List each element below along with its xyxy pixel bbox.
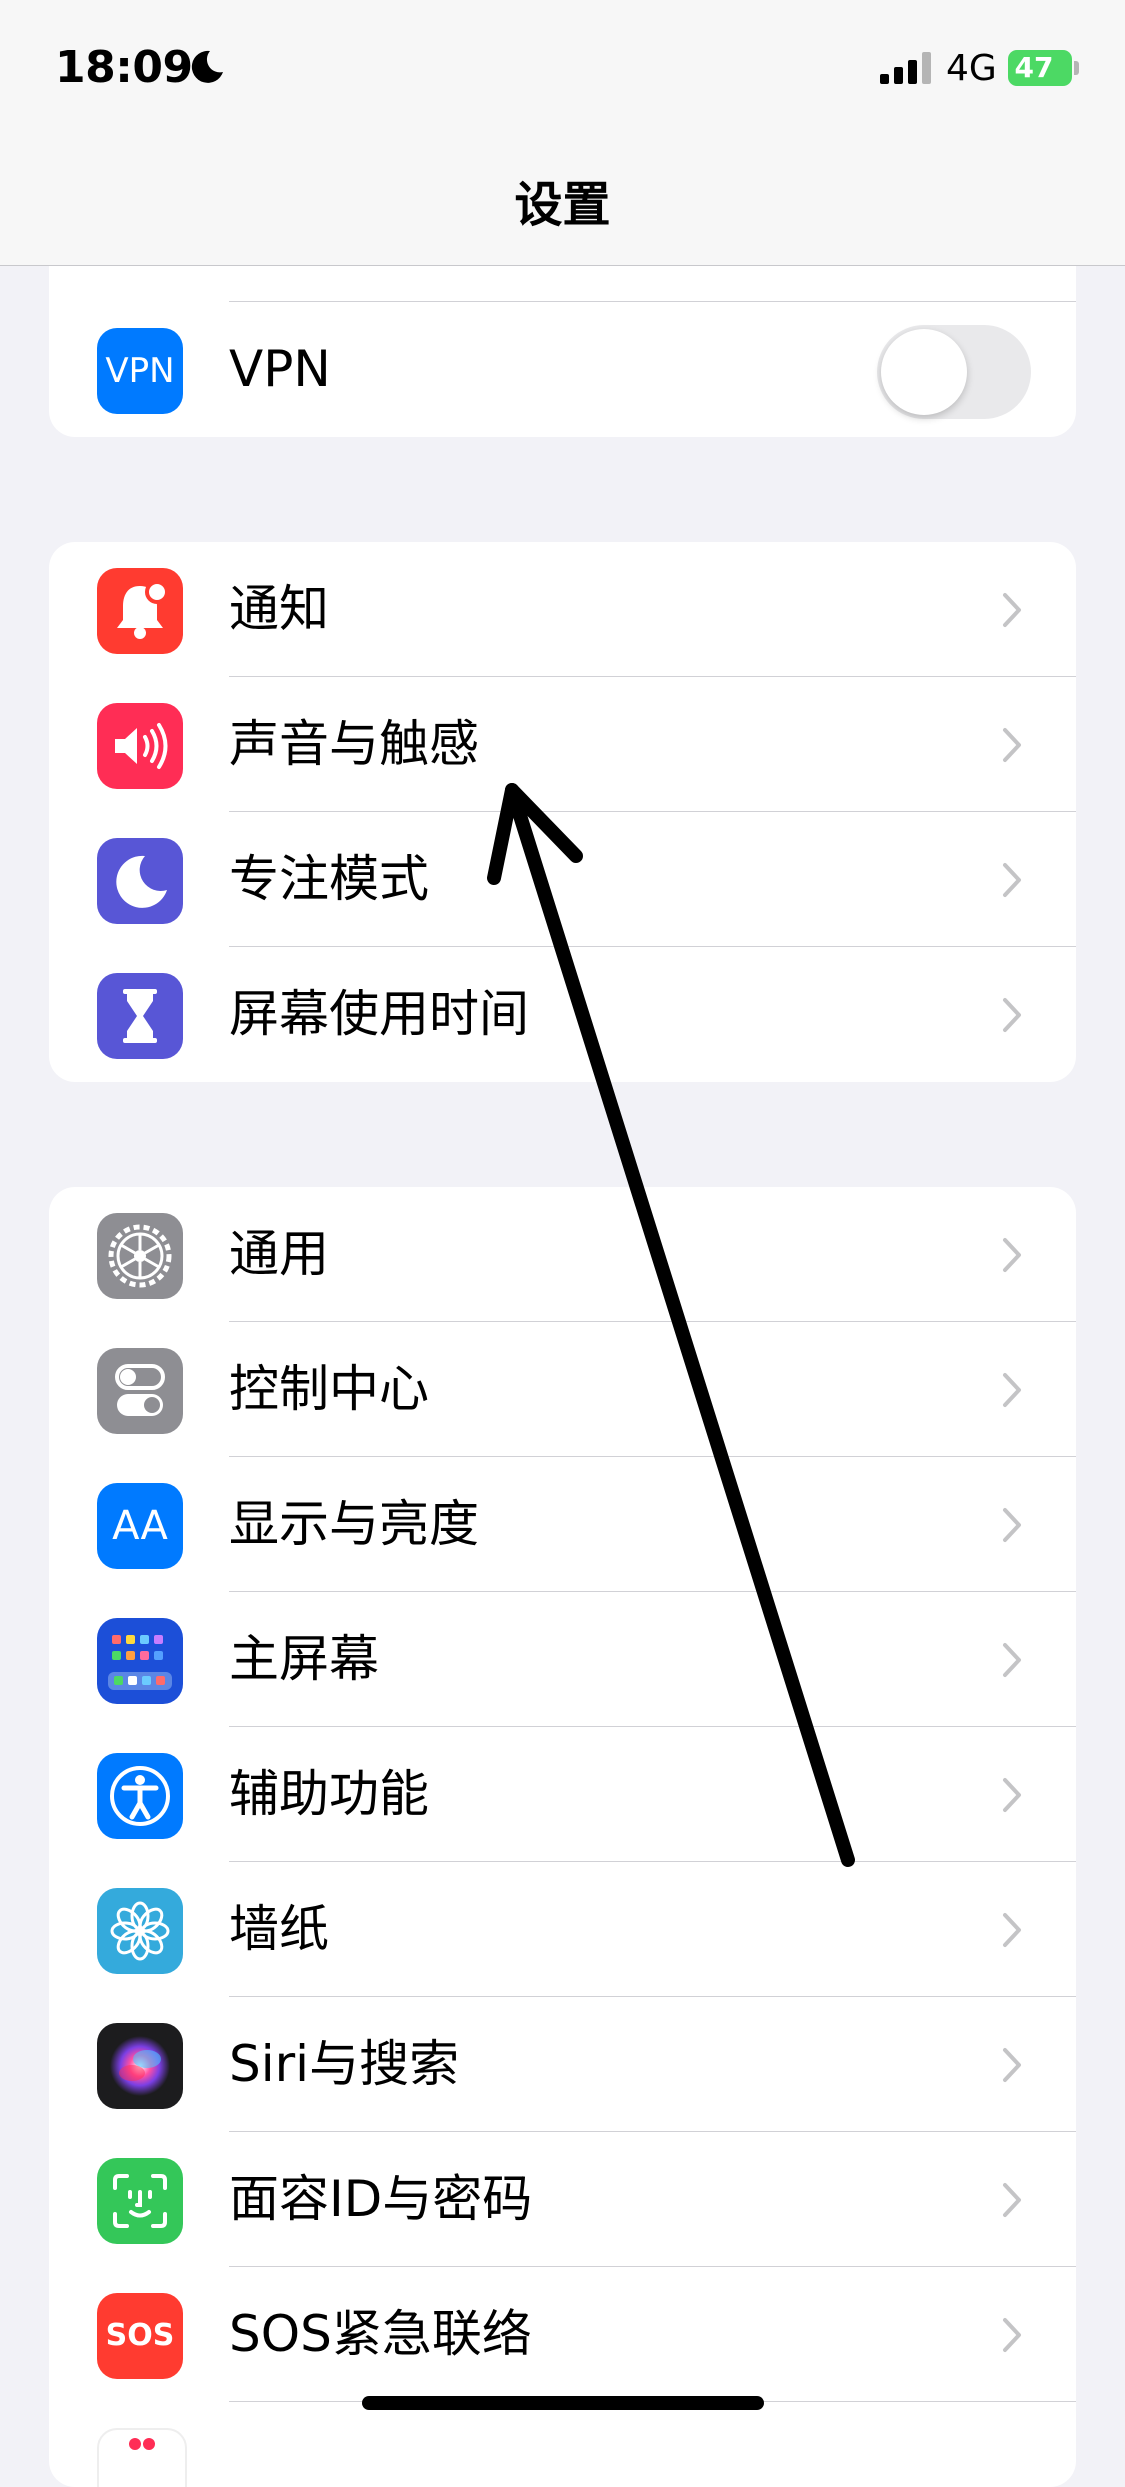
- chevron-right-icon: [1001, 1777, 1023, 1817]
- list-item-screen-time[interactable]: 屏幕使用时间: [49, 947, 1076, 1082]
- list-item-partial-next[interactable]: [49, 2402, 1076, 2487]
- chevron-right-icon: [1001, 2317, 1023, 2357]
- bell-icon: [97, 568, 183, 654]
- chevron-right-icon: [1001, 1237, 1023, 1277]
- chevron-right-icon: [1001, 592, 1023, 632]
- siri-label: Siri与搜索: [229, 2035, 460, 2093]
- home-screen-icon: [97, 1618, 183, 1704]
- accessibility-label: 辅助功能: [229, 1765, 429, 1823]
- group-notifications: 通知 声音与触感 专注模式 屏幕使用时间: [49, 542, 1076, 1082]
- control-center-label: 控制中心: [229, 1360, 429, 1418]
- gear-icon: [97, 1213, 183, 1299]
- list-item-accessibility[interactable]: 辅助功能: [49, 1727, 1076, 1862]
- toggle-knob: [881, 329, 967, 415]
- speaker-icon: [97, 703, 183, 789]
- screen-time-label: 屏幕使用时间: [229, 985, 529, 1043]
- home-screen-label: 主屏幕: [229, 1630, 379, 1688]
- list-item-notifications[interactable]: 通知: [49, 542, 1076, 677]
- network-type: 4G: [946, 48, 997, 89]
- do-not-disturb-icon: [188, 48, 226, 90]
- notifications-label: 通知: [229, 580, 329, 638]
- accessibility-icon: [97, 1753, 183, 1839]
- focus-label: 专注模式: [229, 850, 429, 908]
- flower-icon: [97, 1888, 183, 1974]
- sos-icon-text: SOS: [105, 2318, 175, 2353]
- list-item-vpn[interactable]: VPN VPN: [49, 302, 1076, 437]
- list-item-focus[interactable]: 专注模式: [49, 812, 1076, 947]
- chevron-right-icon: [1001, 727, 1023, 767]
- partial-icon: [97, 2428, 187, 2487]
- home-indicator[interactable]: [362, 2396, 764, 2410]
- siri-icon: [97, 2023, 183, 2109]
- vpn-label: VPN: [229, 340, 331, 398]
- vpn-toggle[interactable]: [877, 325, 1031, 419]
- battery-icon: 47: [1008, 50, 1072, 86]
- switches-icon: [97, 1348, 183, 1434]
- list-item-home-screen[interactable]: 主屏幕: [49, 1592, 1076, 1727]
- hourglass-icon: [97, 973, 183, 1059]
- status-time: 18:09: [55, 42, 193, 93]
- vpn-icon-text: VPN: [105, 351, 175, 391]
- chevron-right-icon: [1001, 1642, 1023, 1682]
- page-title: 设置: [514, 177, 611, 233]
- text-size-icon-text: AA: [112, 1503, 168, 1549]
- chevron-right-icon: [1001, 997, 1023, 1037]
- chevron-right-icon: [1001, 1372, 1023, 1412]
- chevron-right-icon: [1001, 2182, 1023, 2222]
- group-general: 通用 控制中心 AA 显示与亮度 主屏幕 辅助功能 墙纸 Siri与搜索 面容I…: [49, 1187, 1076, 2487]
- chevron-right-icon: [1001, 862, 1023, 902]
- battery-level: 47: [1014, 51, 1054, 84]
- sos-label: SOS紧急联络: [229, 2305, 532, 2363]
- face-id-icon: [97, 2158, 183, 2244]
- list-item-wallpaper[interactable]: 墙纸: [49, 1862, 1076, 1997]
- list-item-face-id[interactable]: 面容ID与密码: [49, 2132, 1076, 2267]
- vpn-icon: VPN: [97, 328, 183, 414]
- battery-tip: [1074, 61, 1079, 75]
- top-bar: 18:09 4G 47 设置: [0, 0, 1125, 266]
- general-label: 通用: [229, 1225, 329, 1283]
- list-item-sos[interactable]: SOS SOS紧急联络: [49, 2267, 1076, 2402]
- chevron-right-icon: [1001, 1507, 1023, 1547]
- list-item-sounds[interactable]: 声音与触感: [49, 677, 1076, 812]
- cellular-signal-icon: [880, 52, 936, 88]
- list-item-display[interactable]: AA 显示与亮度: [49, 1457, 1076, 1592]
- wallpaper-label: 墙纸: [229, 1900, 329, 1958]
- sounds-label: 声音与触感: [229, 715, 479, 773]
- chevron-right-icon: [1001, 2047, 1023, 2087]
- face-id-label: 面容ID与密码: [229, 2170, 533, 2228]
- sos-icon: SOS: [97, 2293, 183, 2379]
- moon-icon: [97, 838, 183, 924]
- list-item-siri[interactable]: Siri与搜索: [49, 1997, 1076, 2132]
- list-item-general[interactable]: 通用: [49, 1187, 1076, 1322]
- list-item-control-center[interactable]: 控制中心: [49, 1322, 1076, 1457]
- chevron-right-icon: [1001, 1912, 1023, 1952]
- display-label: 显示与亮度: [229, 1495, 479, 1553]
- text-size-icon: AA: [97, 1483, 183, 1569]
